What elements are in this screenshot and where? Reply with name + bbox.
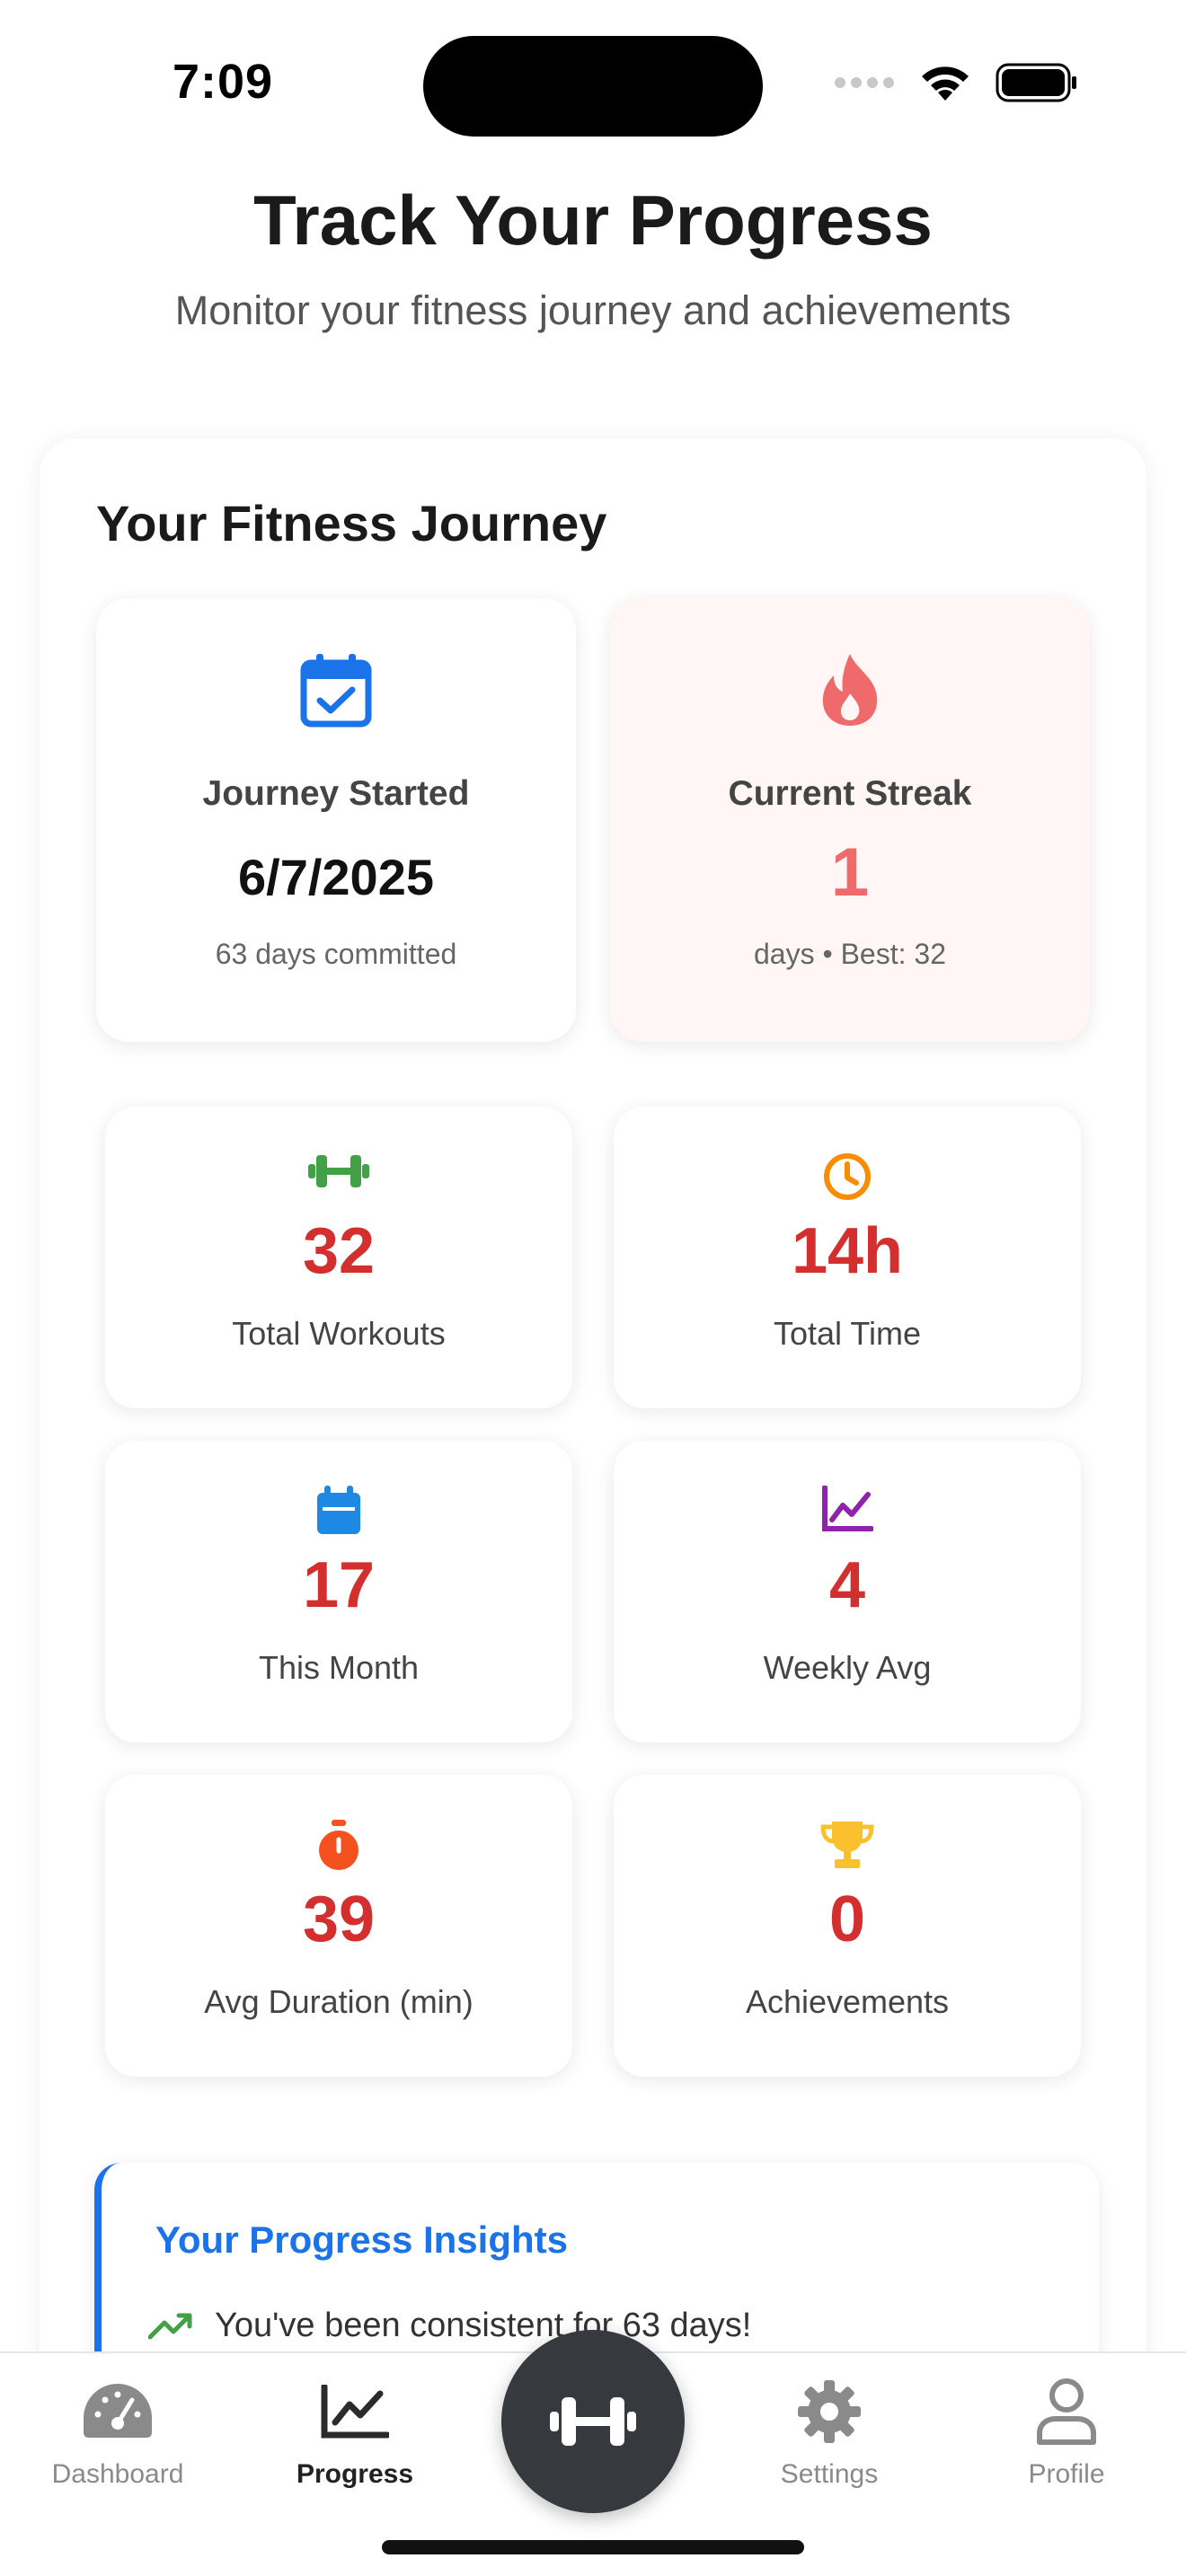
stat-label: This Month [258,1649,420,1686]
person-icon [1037,2378,1096,2445]
stat-label: Total Workouts [232,1315,446,1352]
streak-best: days • Best: 32 [754,938,946,970]
stat-value: 17 [302,1549,376,1621]
status-bar: 7:09 [0,0,1186,144]
dumbbell-icon [308,1155,369,1187]
chart-line-icon [321,2385,389,2439]
journey-days-committed: 63 days committed [215,938,457,970]
tab-profile[interactable]: Profile [959,2373,1174,2490]
stat-value: 14h [791,1215,904,1287]
clock-icon [824,1153,871,1200]
speedometer-icon [84,2384,152,2438]
tab-label: Settings [780,2459,879,2489]
stat-value: 39 [302,1883,376,1955]
stat-total-time: 14h Total Time [614,1107,1081,1408]
stat-label: Achievements [745,1983,950,2020]
current-streak-label: Current Streak [728,774,972,813]
chart-line-icon [822,1486,873,1531]
stat-label: Avg Duration (min) [204,1983,474,2020]
gear-icon [798,2380,861,2443]
current-streak-tile: Current Streak 1 days • Best: 32 [610,598,1090,1042]
tab-label: Dashboard [51,2459,184,2489]
stat-value: 32 [302,1215,376,1287]
stat-avg-duration: 39 Avg Duration (min) [105,1775,572,2077]
tab-dashboard[interactable]: Dashboard [10,2373,226,2490]
tab-label: Progress [296,2459,414,2489]
battery-icon [996,63,1076,102]
stat-achievements: 0 Achievements [614,1775,1081,2077]
tab-progress[interactable]: Progress [247,2373,463,2490]
insight-text: You've been consistent for 63 days! [215,2307,752,2344]
calendar-icon [317,1486,360,1534]
stat-label: Total Time [773,1315,922,1352]
progress-screen: 7:09 Track Your Progress Monitor your fi… [0,0,1186,2576]
flame-icon [822,654,878,726]
insight-item: You've been consistent for 63 days! [148,2307,751,2345]
trending-up-icon [148,2313,192,2339]
stat-weekly-avg: 4 Weekly Avg [614,1441,1081,1742]
stat-value: 0 [828,1883,866,1955]
home-indicator [382,2540,804,2554]
stat-total-workouts: 32 Total Workouts [105,1107,572,1408]
cellular-signal-icon [835,77,894,88]
dynamic-island [423,36,763,137]
wifi-icon [922,66,969,101]
start-workout-button[interactable] [501,2330,685,2513]
tab-label: Profile [1028,2459,1105,2489]
calendar-check-icon [300,654,372,728]
journey-started-date: 6/7/2025 [238,849,434,905]
stat-label: Weekly Avg [763,1649,932,1686]
journey-started-tile: Journey Started 6/7/2025 63 days committ… [96,598,576,1042]
trophy-icon [820,1822,874,1868]
insights-title: Your Progress Insights [155,2219,568,2261]
tab-settings[interactable]: Settings [721,2373,937,2490]
stopwatch-icon [319,1820,358,1870]
stat-this-month: 17 This Month [105,1441,572,1742]
status-time: 7:09 [173,55,274,109]
journey-started-label: Journey Started [202,774,470,813]
status-icons [834,63,1078,102]
page-title: Track Your Progress [253,181,933,260]
dumbbell-icon [550,2397,636,2446]
page-subtitle: Monitor your fitness journey and achieve… [174,287,1012,333]
current-streak-value: 1 [830,834,870,911]
stat-value: 4 [828,1549,866,1621]
journey-title: Your Fitness Journey [96,495,607,551]
